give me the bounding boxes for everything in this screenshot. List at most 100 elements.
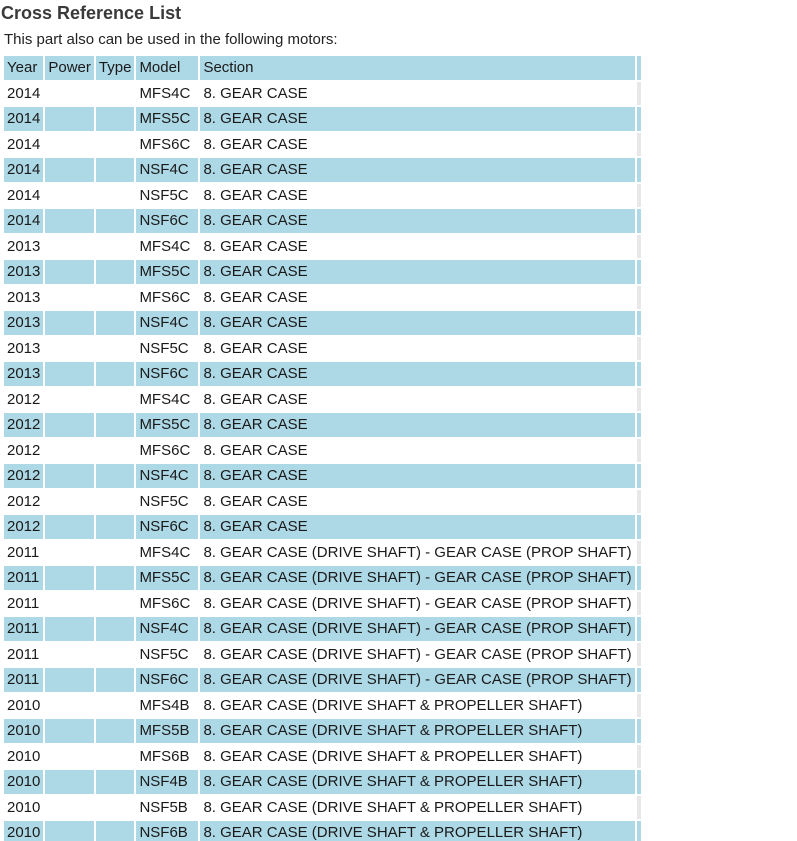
row-edge <box>636 719 641 743</box>
cell-year: 2012 <box>4 413 44 437</box>
cell-type <box>95 107 135 131</box>
cell-section: 8. GEAR CASE <box>200 132 635 156</box>
cell-year: 2014 <box>4 209 44 233</box>
cell-section: 8. GEAR CASE <box>200 387 635 411</box>
cell-year: 2013 <box>4 234 44 258</box>
table-row: 2011 MFS6C 8. GEAR CASE (DRIVE SHAFT) - GE… <box>4 591 641 615</box>
cell-section: 8. GEAR CASE <box>200 260 635 284</box>
cell-type <box>95 260 135 284</box>
table-row: 2013 MFS4C 8. GEAR CASE <box>4 234 641 258</box>
cell-model: NSF5C <box>136 183 199 207</box>
cell-type <box>95 413 135 437</box>
cell-type <box>95 234 135 258</box>
row-edge <box>636 183 641 207</box>
cell-section: 8. GEAR CASE (DRIVE SHAFT & PROPELLER SH… <box>200 719 635 743</box>
cell-power <box>45 413 94 437</box>
table-row: 2013 NSF6C 8. GEAR CASE <box>4 362 641 386</box>
cell-section: 8. GEAR CASE <box>200 413 635 437</box>
row-edge <box>636 132 641 156</box>
cross-reference-table: Year Power Type Model Section 2014 MFS4C 8… <box>2 54 643 841</box>
cell-section: 8. GEAR CASE <box>200 438 635 462</box>
cell-model: NSF4C <box>136 617 199 641</box>
cell-model: NSF4C <box>136 158 199 182</box>
cell-model: NSF6C <box>136 362 199 386</box>
table-row: 2010 NSF5B 8. GEAR CASE (DRIVE SHAFT & PRO… <box>4 795 641 819</box>
page-subtitle: This part also can be used in the follow… <box>4 31 338 48</box>
row-edge <box>636 81 641 105</box>
row-edge <box>636 668 641 692</box>
cell-year: 2010 <box>4 795 44 819</box>
cell-section: 8. GEAR CASE (DRIVE SHAFT & PROPELLER SH… <box>200 744 635 768</box>
cell-type <box>95 566 135 590</box>
cell-type <box>95 209 135 233</box>
row-edge <box>636 311 641 335</box>
cell-year: 2014 <box>4 132 44 156</box>
cell-power <box>45 285 94 309</box>
cell-section: 8. GEAR CASE <box>200 158 635 182</box>
cell-year: 2013 <box>4 260 44 284</box>
cell-type <box>95 464 135 488</box>
cell-type <box>95 489 135 513</box>
row-edge <box>636 744 641 768</box>
cell-type <box>95 719 135 743</box>
cell-model: MFS5C <box>136 107 199 131</box>
cell-year: 2011 <box>4 617 44 641</box>
table-row: 2012 MFS5C 8. GEAR CASE <box>4 413 641 437</box>
row-edge <box>636 591 641 615</box>
cell-type <box>95 821 135 841</box>
cell-year: 2013 <box>4 362 44 386</box>
row-edge <box>636 515 641 539</box>
column-header-edge <box>636 56 641 80</box>
cell-type <box>95 642 135 666</box>
table-row: 2014 MFS5C 8. GEAR CASE <box>4 107 641 131</box>
cell-power <box>45 795 94 819</box>
cell-section: 8. GEAR CASE <box>200 311 635 335</box>
cell-section: 8. GEAR CASE (DRIVE SHAFT & PROPELLER SH… <box>200 821 635 841</box>
cell-model: MFS4C <box>136 81 199 105</box>
cell-year: 2010 <box>4 719 44 743</box>
table-row: 2013 MFS5C 8. GEAR CASE <box>4 260 641 284</box>
cell-power <box>45 438 94 462</box>
cell-year: 2013 <box>4 311 44 335</box>
cell-power <box>45 821 94 841</box>
row-edge <box>636 107 641 131</box>
table-row: 2010 MFS6B 8. GEAR CASE (DRIVE SHAFT & PRO… <box>4 744 641 768</box>
cell-year: 2011 <box>4 566 44 590</box>
cell-model: NSF6C <box>136 515 199 539</box>
cell-model: MFS4B <box>136 693 199 717</box>
cell-power <box>45 81 94 105</box>
cell-power <box>45 260 94 284</box>
cell-year: 2012 <box>4 464 44 488</box>
cell-model: NSF4B <box>136 770 199 794</box>
table-row: 2012 NSF5C 8. GEAR CASE <box>4 489 641 513</box>
cell-year: 2012 <box>4 438 44 462</box>
cell-year: 2010 <box>4 744 44 768</box>
table-row: 2014 NSF4C 8. GEAR CASE <box>4 158 641 182</box>
cell-type <box>95 285 135 309</box>
cell-model: MFS6C <box>136 591 199 615</box>
table-row: 2010 MFS4B 8. GEAR CASE (DRIVE SHAFT & PRO… <box>4 693 641 717</box>
cell-year: 2012 <box>4 489 44 513</box>
cell-model: NSF5C <box>136 336 199 360</box>
table-row: 2011 MFS5C 8. GEAR CASE (DRIVE SHAFT) - GE… <box>4 566 641 590</box>
cell-year: 2014 <box>4 107 44 131</box>
cell-section: 8. GEAR CASE (DRIVE SHAFT & PROPELLER SH… <box>200 795 635 819</box>
cell-year: 2014 <box>4 183 44 207</box>
cell-section: 8. GEAR CASE (DRIVE SHAFT) - GEAR CASE (… <box>200 591 635 615</box>
cell-power <box>45 566 94 590</box>
table-header: Year Power Type Model Section <box>4 56 641 80</box>
row-edge <box>636 489 641 513</box>
row-edge <box>636 438 641 462</box>
cell-power <box>45 642 94 666</box>
cell-year: 2010 <box>4 821 44 841</box>
table-row: 2014 NSF6C 8. GEAR CASE <box>4 209 641 233</box>
header-row: Year Power Type Model Section <box>4 56 641 80</box>
table-body: 2014 MFS4C 8. GEAR CASE 2014 MFS5C 8. GEAR CA… <box>4 81 641 841</box>
page-title: Cross Reference List <box>1 3 182 23</box>
cell-type <box>95 336 135 360</box>
table-row: 2011 NSF5C 8. GEAR CASE (DRIVE SHAFT) - GE… <box>4 642 641 666</box>
row-edge <box>636 336 641 360</box>
cell-year: 2011 <box>4 668 44 692</box>
cell-power <box>45 668 94 692</box>
table-row: 2014 NSF5C 8. GEAR CASE <box>4 183 641 207</box>
